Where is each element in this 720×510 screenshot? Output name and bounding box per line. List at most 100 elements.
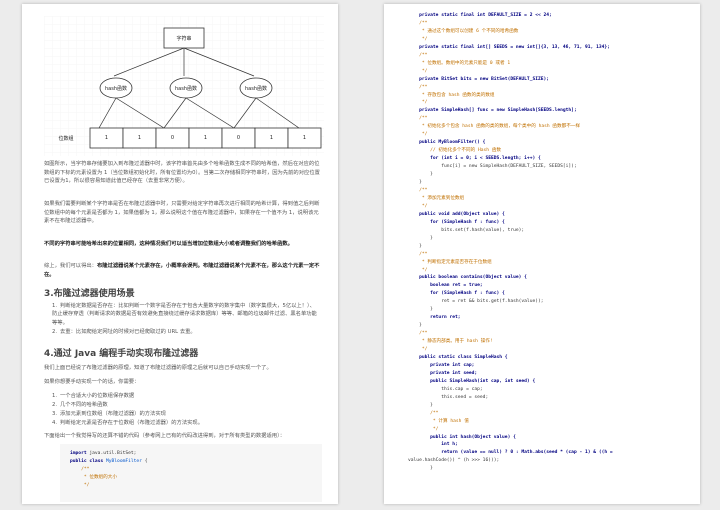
code-line: func[i] = new SimpleHash(DEFAULT_SIZE, S… — [408, 164, 577, 170]
code-line: private int cap; — [408, 362, 475, 368]
code-block: import java.util.BitSet; public class MyB… — [60, 444, 322, 502]
bit-cell: 0 — [236, 135, 241, 141]
list-item-text: 去重：比如爬给定网址的时候对已经爬取过的 URL 去重。 — [60, 329, 196, 335]
code-line: int h; — [408, 442, 458, 448]
hash-function-label: hash函数 — [244, 86, 267, 92]
code-line: */ — [408, 100, 428, 106]
code-line: /** — [408, 251, 428, 257]
code-line: } — [408, 402, 433, 408]
code-line: * 位数组的大小 — [70, 474, 117, 480]
code-line: private int seed; — [408, 370, 478, 376]
code-line: this.seed = seed; — [408, 394, 489, 400]
paragraph-bold: 不同的字符串可能哈希出来的位置相同，这种情况我们可以适当增加位数组大小或者调整我… — [44, 241, 293, 247]
list-item-text: 判断给定数据是否存在：比如判断一个数字是否存在于包含大量数字的数字集中（数字集很… — [52, 303, 317, 326]
code-line: } — [408, 180, 422, 186]
code-line: } — [408, 172, 433, 178]
bit-cell: 1 — [269, 135, 274, 141]
code-line: /** — [408, 116, 428, 122]
code-line: /** — [408, 52, 428, 58]
bit-array-label: 位数组 — [58, 136, 74, 142]
hash-function-label: hash函数 — [174, 86, 197, 92]
code-line: public class MyBloomFilter { — [70, 458, 148, 464]
paragraph-summary: 综上，我们可以得出：布隆过滤器说某个元素存在，小概率会误判。布隆过滤器说某个元素… — [44, 262, 320, 279]
code-line: */ — [408, 347, 428, 353]
code-text: import java.util.BitSet; public class MyB… — [70, 450, 148, 490]
code-line: ret = ret && bits.get(f.hash(value)); — [408, 299, 544, 305]
code-line: private static final int[] SEEDS = new i… — [408, 44, 610, 50]
string-node-label: 字符串 — [176, 36, 192, 42]
document-page-left: 字符串 hash函数 hash函数 hash函数 位数组 1 1 0 1 0 1… — [22, 4, 338, 504]
summary-lead: 综上，我们可以得出： — [44, 263, 97, 269]
list-item-text: 判断给定元素是否存在于位数组（布隆过滤器）的方法实现。 — [60, 420, 204, 426]
code-token: MyBloomFilter — [105, 458, 142, 464]
code-line: */ — [408, 426, 439, 432]
code-line: } — [408, 307, 433, 313]
bit-cell: 1 — [203, 135, 208, 141]
code-token: import — [70, 451, 87, 456]
document-page-right: private static final int DEFAULT_SIZE = … — [384, 4, 700, 504]
list-item: 2. 去重：比如爬给定网址的时候对已经爬取过的 URL 去重。 — [52, 329, 196, 335]
code-line: private SimpleHash[] func = new SimpleHa… — [408, 108, 577, 114]
list-item-text: 几个不同的哈希函数 — [60, 402, 108, 408]
bloom-filter-diagram: 字符串 hash函数 hash函数 hash函数 位数组 1 1 0 1 0 1… — [44, 16, 324, 156]
paragraph: 如果我们需要判断某个字符串是否在布隆过滤器中时，只需要对给定字符串再次进行相同的… — [44, 201, 320, 225]
bit-cell: 1 — [137, 135, 142, 141]
code-line: value.hashCode()) ^ (h >>> 16))); — [408, 458, 500, 464]
code-line: * 判断指定元素是否存在于位数组 — [408, 259, 492, 265]
code-line: boolean ret = true; — [408, 283, 483, 289]
code-line: for (int i = 0; i < SEEDS.length; i++) { — [408, 156, 541, 162]
code-line: public boolean contains(Object value) { — [408, 275, 527, 281]
code-line: * 静态内部类。用于 hash 操作! — [408, 339, 493, 345]
section-heading: 4.通过 Java 编程手动实现布隆过滤器 — [44, 349, 199, 359]
code-line: bits.set(f.hash(value), true); — [408, 227, 525, 233]
list-item-text: 一个合适大小的位数组保存数据 — [60, 393, 135, 399]
list-item: 2. 几个不同的哈希函数 — [52, 402, 108, 408]
list-item: 4. 判断给定元素是否存在于位数组（布隆过滤器）的方法实现。 — [52, 420, 204, 426]
code-line: import java.util.BitSet; — [70, 451, 137, 456]
code-line: /** — [70, 466, 90, 472]
code-line: */ — [70, 482, 90, 488]
code-line: private static final int DEFAULT_SIZE = … — [408, 13, 552, 18]
code-line: * 添加元素到位数组 — [408, 195, 465, 201]
code-line: } — [408, 466, 433, 472]
code-line: } — [408, 243, 422, 249]
bit-cell: 1 — [104, 135, 109, 141]
code-line: /** — [408, 84, 428, 90]
paragraph: 我们上面已经说了布隆过滤器的原理，知道了布隆过滤器的原理之后就可以自己手动实现一… — [44, 365, 272, 371]
code-line: /** — [408, 331, 428, 337]
code-line: } — [408, 323, 422, 329]
code-line: * 存放包含 hash 函数的类的数组 — [408, 92, 495, 98]
code-line: for (SimpleHash f : func) { — [408, 219, 505, 225]
code-line: */ — [408, 36, 428, 42]
list-item: 1. 一个合适大小的位数组保存数据 — [52, 393, 135, 399]
code-line: return (value == null) ? 0 : Math.abs(se… — [408, 450, 613, 456]
code-block: private static final int DEFAULT_SIZE = … — [408, 12, 613, 473]
code-line: */ — [408, 203, 428, 209]
code-line: */ — [408, 267, 428, 273]
code-line: * 初始化多个包含 hash 函数的类的数组，每个类中的 hash 函数都不一样 — [408, 124, 580, 130]
code-line: public void add(Object value) { — [408, 211, 505, 217]
bit-cell: 1 — [302, 135, 307, 141]
bit-cell: 0 — [170, 135, 175, 141]
code-line: */ — [408, 68, 428, 74]
code-line: public MyBloomFilter() { — [408, 140, 486, 146]
code-line: return ret; — [408, 315, 461, 321]
code-line: for (SimpleHash f : func) { — [408, 291, 505, 297]
paragraph: 下面给出一个我觉得写的还算不错的代码（参考网上已有的代码改进得到，对于所有类型的… — [44, 433, 286, 439]
code-line: public SimpleHash(int cap, int seed) { — [408, 378, 536, 384]
hash-function-label: hash函数 — [104, 86, 127, 92]
list-item: 3. 添加元素到位数组（布隆过滤器）的方法实现 — [52, 411, 166, 417]
code-line: * 通过这个数组可以创建 6 个不同的哈希函数 — [408, 28, 519, 34]
code-line: private BitSet bits = new BitSet(DEFAULT… — [408, 76, 550, 82]
code-line: public int hash(Object value) { — [408, 434, 516, 440]
code-line: /** — [408, 187, 428, 193]
list-item: 1. 判断给定数据是否存在：比如判断一个数字是否存在于包含大量数字的数字集中（数字… — [52, 303, 317, 326]
code-line: this.cap = cap; — [408, 386, 483, 392]
section-heading: 3.布隆过滤器使用场景 — [44, 289, 135, 299]
code-line: * 计算 hash 值 — [408, 418, 469, 424]
paragraph: 如图所示，当字符串存储要加入到布隆过滤器中时，该字符串首先由多个哈希函数生成不同… — [44, 161, 320, 185]
code-line: * 位数组。数组中的元素只能是 0 或者 1 — [408, 60, 511, 66]
code-token: public class — [70, 458, 104, 464]
code-line: } — [408, 235, 433, 241]
list-item-text: 添加元素到位数组（布隆过滤器）的方法实现 — [60, 411, 166, 417]
